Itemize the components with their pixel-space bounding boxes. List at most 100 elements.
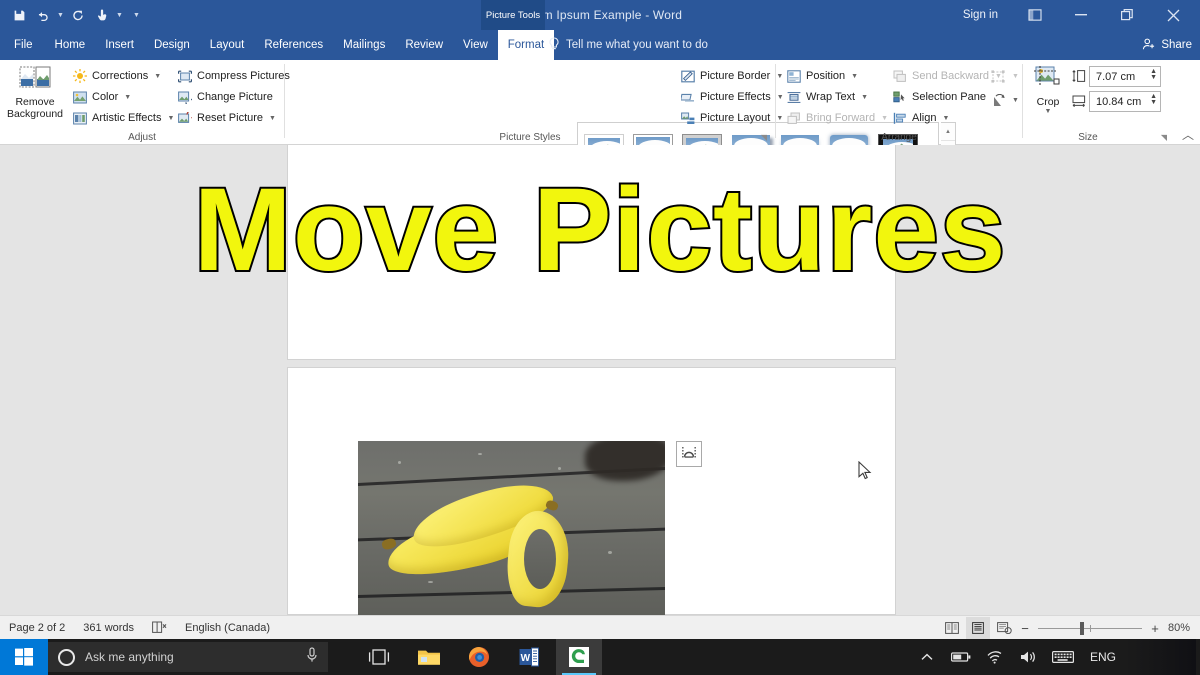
position-button[interactable]: Position ▼ <box>786 66 858 86</box>
group-objects-icon <box>990 68 1006 84</box>
share-button[interactable]: Share <box>1142 30 1192 60</box>
word-icon[interactable]: W <box>506 639 552 675</box>
proofing-errors-icon[interactable] <box>143 621 176 634</box>
tab-format[interactable]: Format <box>498 30 554 60</box>
change-picture-button[interactable]: Change Picture <box>177 87 273 107</box>
collapse-ribbon-icon[interactable]: ︿ <box>1182 126 1194 143</box>
speaker-icon[interactable] <box>1012 639 1046 675</box>
artistic-effects-dropdown-icon[interactable]: ▼ <box>167 115 174 122</box>
tab-references[interactable]: References <box>254 30 333 60</box>
zoom-in-button[interactable]: + <box>1148 621 1162 636</box>
document-image-bananas[interactable] <box>358 441 665 616</box>
color-dropdown-icon[interactable]: ▼ <box>124 94 131 101</box>
microphone-icon[interactable] <box>306 647 318 668</box>
close-icon[interactable] <box>1150 0 1196 30</box>
keyboard-icon[interactable] <box>1046 639 1080 675</box>
status-bar-right: − + 80% <box>940 616 1194 640</box>
tell-me-search[interactable]: Tell me what you want to do <box>548 30 708 60</box>
rotate-objects-button[interactable]: ▼ <box>990 90 1019 110</box>
size-dialog-launcher[interactable]: ◥ <box>1161 133 1167 142</box>
picture-border-button[interactable]: Picture Border ▼ <box>680 66 783 86</box>
ribbon-group-arrange: Position ▼ Wrap Text ▼ Bring Forward ▼ <box>776 60 1022 145</box>
group-label-adjust: Adjust <box>0 132 284 143</box>
zoom-slider-thumb[interactable] <box>1080 622 1084 635</box>
remove-background-button[interactable]: Remove Background <box>2 63 68 120</box>
tab-view[interactable]: View <box>453 30 498 60</box>
shape-width-value: 10.84 cm <box>1096 96 1141 108</box>
remove-background-label-2: Background <box>7 108 63 120</box>
shape-width-field[interactable]: 10.84 cm ▲▼ <box>1089 91 1161 112</box>
corrections-dropdown-icon[interactable]: ▼ <box>154 73 161 80</box>
wrap-text-button[interactable]: Wrap Text ▼ <box>786 87 868 107</box>
tab-layout[interactable]: Layout <box>200 30 255 60</box>
picture-layout-button[interactable]: Picture Layout ▼ <box>680 108 783 128</box>
clock-area[interactable] <box>1126 639 1196 675</box>
shape-width-stepper[interactable]: ▲▼ <box>1150 94 1157 106</box>
title-bar: ▼ ▼ ▼ Lorem Ipsum Example - Word Picture… <box>0 0 1200 30</box>
layout-options-button[interactable] <box>676 441 702 467</box>
battery-icon[interactable] <box>944 639 978 675</box>
sign-in-button[interactable]: Sign in <box>949 9 1012 21</box>
shape-height-stepper[interactable]: ▲▼ <box>1150 69 1157 81</box>
crop-dropdown-icon[interactable]: ▼ <box>1045 108 1052 115</box>
color-label: Color <box>92 91 118 103</box>
send-backward-icon <box>892 68 908 84</box>
firefox-icon[interactable] <box>456 639 502 675</box>
status-word-count[interactable]: 361 words <box>74 622 143 634</box>
tab-home[interactable]: Home <box>45 30 96 60</box>
picture-layout-label: Picture Layout <box>700 112 770 124</box>
compress-pictures-button[interactable]: Compress Pictures <box>177 66 290 86</box>
ribbon-display-options-icon[interactable] <box>1012 0 1058 30</box>
bring-forward-button: Bring Forward ▼ <box>786 108 888 128</box>
minimize-icon[interactable] <box>1058 0 1104 30</box>
group-objects-dropdown-icon: ▼ <box>1012 73 1019 80</box>
align-button[interactable]: Align ▼ <box>892 108 949 128</box>
tab-insert[interactable]: Insert <box>95 30 144 60</box>
bring-forward-dropdown-icon: ▼ <box>881 115 888 122</box>
zoom-slider[interactable] <box>1038 628 1142 629</box>
chevron-up-icon[interactable] <box>910 639 944 675</box>
artistic-effects-button[interactable]: Artistic Effects ▼ <box>72 108 174 128</box>
wifi-icon[interactable] <box>978 639 1012 675</box>
share-person-icon <box>1142 37 1156 54</box>
position-dropdown-icon[interactable]: ▼ <box>851 73 858 80</box>
web-layout-view-button[interactable] <box>992 617 1016 639</box>
crop-button[interactable]: Crop ▼ <box>1027 63 1069 115</box>
wrap-text-icon <box>786 89 802 105</box>
shape-height-field[interactable]: 7.07 cm ▲▼ <box>1089 66 1161 87</box>
zoom-out-button[interactable]: − <box>1018 621 1032 636</box>
language-indicator[interactable]: ENG <box>1080 650 1126 664</box>
color-button[interactable]: Color ▼ <box>72 87 131 107</box>
print-layout-view-button[interactable] <box>966 617 990 639</box>
compress-pictures-label: Compress Pictures <box>197 70 290 82</box>
artistic-effects-icon <box>72 110 88 126</box>
picture-effects-button[interactable]: Picture Effects ▼ <box>680 87 784 107</box>
selection-pane-icon <box>892 89 908 105</box>
tab-review[interactable]: Review <box>395 30 453 60</box>
tab-design[interactable]: Design <box>144 30 200 60</box>
restore-icon[interactable] <box>1104 0 1150 30</box>
status-page-info[interactable]: Page 2 of 2 <box>0 622 74 634</box>
zoom-slider-track[interactable] <box>1038 628 1142 629</box>
svg-text:W: W <box>521 653 531 664</box>
status-language[interactable]: English (Canada) <box>176 622 279 634</box>
tab-mailings[interactable]: Mailings <box>333 30 395 60</box>
read-mode-view-button[interactable] <box>940 617 964 639</box>
align-dropdown-icon[interactable]: ▼ <box>942 115 949 122</box>
cortana-search-box[interactable]: Ask me anything <box>48 642 328 672</box>
file-explorer-icon[interactable] <box>406 639 452 675</box>
windows-start-icon[interactable] <box>0 639 48 675</box>
group-label-picture-styles: Picture Styles <box>285 132 775 143</box>
wrap-text-dropdown-icon[interactable]: ▼ <box>861 94 868 101</box>
banana-curve-gap <box>524 529 556 589</box>
task-view-icon[interactable] <box>356 639 402 675</box>
reset-picture-button[interactable]: Reset Picture ▼ <box>177 108 276 128</box>
status-bar: Page 2 of 2 361 words English (Canada) − <box>0 615 1200 639</box>
selection-pane-button[interactable]: Selection Pane <box>892 87 986 107</box>
tab-file[interactable]: File <box>0 30 45 60</box>
camtasia-icon[interactable] <box>556 639 602 675</box>
corrections-button[interactable]: Corrections ▼ <box>72 66 161 86</box>
rotate-objects-dropdown-icon[interactable]: ▼ <box>1012 97 1019 104</box>
reset-picture-dropdown-icon[interactable]: ▼ <box>269 115 276 122</box>
zoom-level-label[interactable]: 80% <box>1164 622 1194 634</box>
